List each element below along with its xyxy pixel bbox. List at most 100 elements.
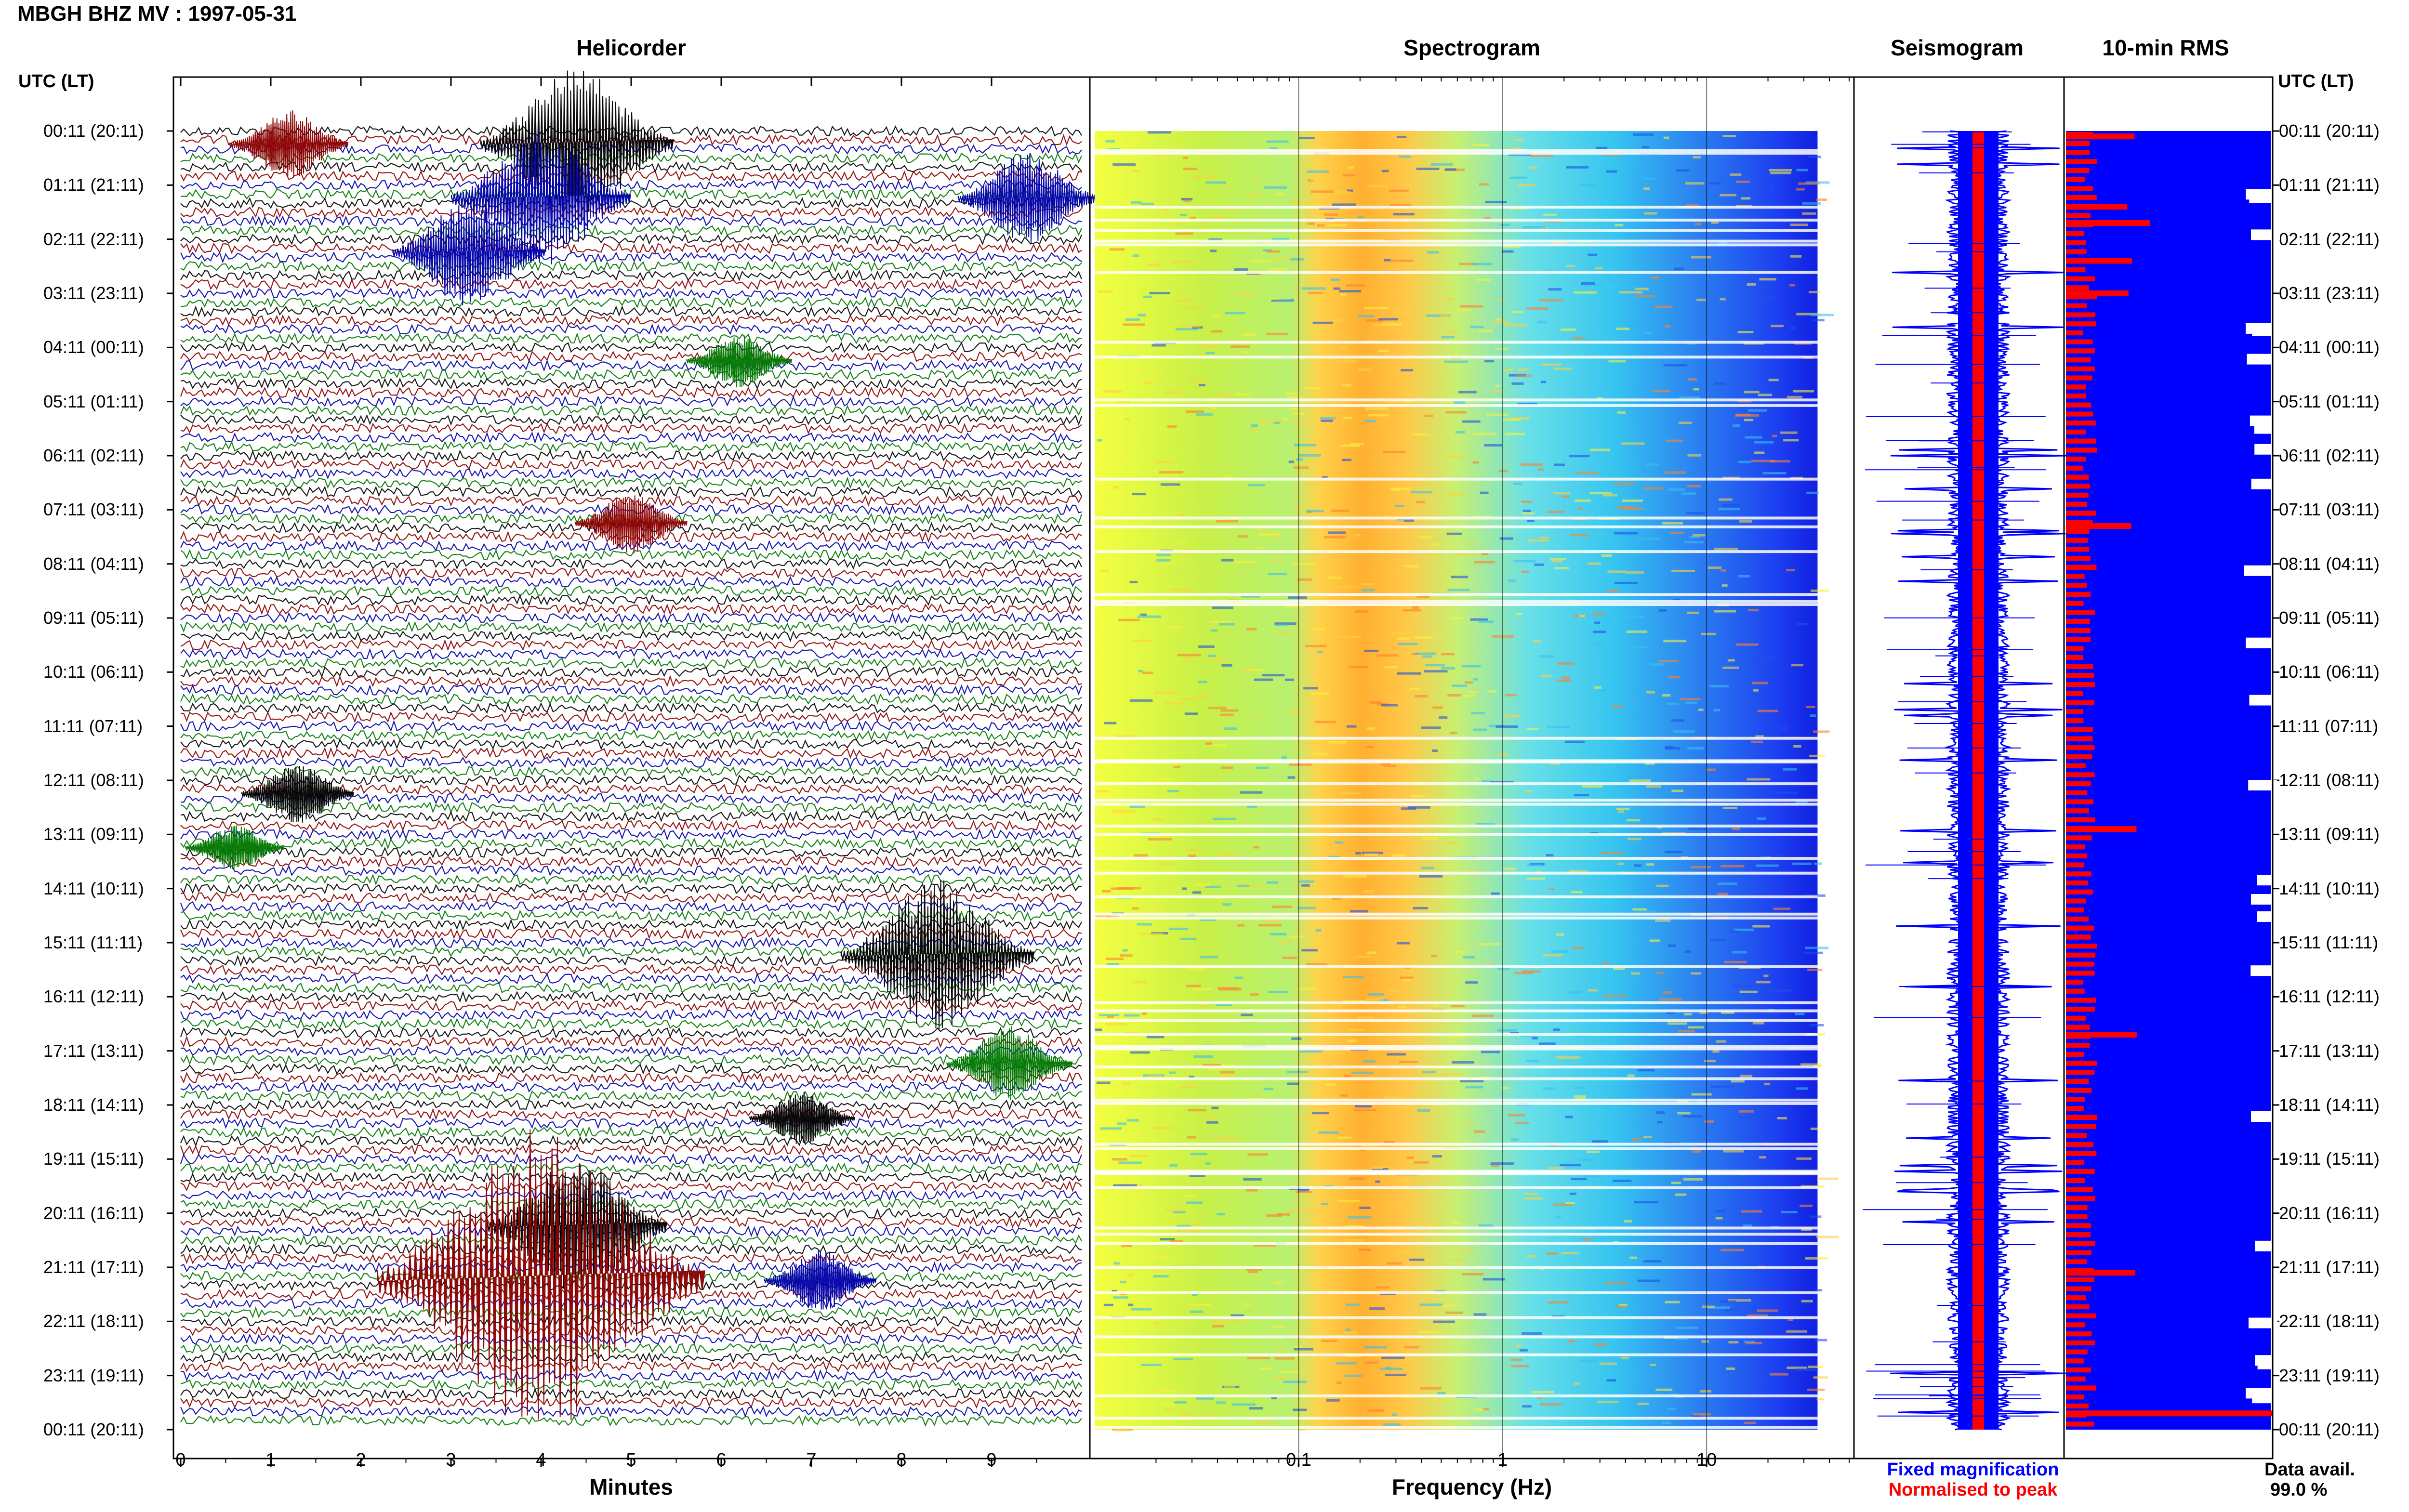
rms-bar (2066, 538, 2088, 543)
spectrogram-speckle (1735, 643, 1759, 646)
spectrogram-speckle (1106, 958, 1124, 960)
spectrogram-speckle (1679, 421, 1692, 424)
spectrogram-speckle (1768, 989, 1791, 992)
spectrogram-speckle (1744, 1421, 1757, 1424)
spectrogram-speckle (1617, 862, 1624, 865)
spectrogram-gap (1095, 1353, 1818, 1356)
spectrogram-speckle (1582, 785, 1603, 788)
spectrogram-speckle (1189, 1303, 1211, 1306)
spectrogram-speckle (1550, 558, 1566, 561)
helicorder-trace (180, 323, 1082, 336)
rms-bar (2066, 718, 2084, 723)
spectrogram-speckle (1533, 640, 1541, 643)
spectrogram-speckle (1131, 981, 1147, 984)
spectrogram-speckle (1577, 507, 1583, 510)
helicorder-trace (180, 1162, 1082, 1175)
spectrogram-speckle (1671, 1182, 1681, 1184)
spectrogram-speckle (1569, 455, 1590, 458)
spectrogram-speckle (1405, 436, 1411, 439)
spectrogram-speckle (1384, 259, 1391, 262)
spectrogram-speckle (1437, 1392, 1446, 1394)
helicorder-trace (180, 468, 1082, 480)
spectrogram-speckle (1587, 1150, 1600, 1153)
spectrogram-speckle (1415, 652, 1437, 655)
rms-gap (2257, 911, 2286, 922)
spectrogram-speckle (1122, 949, 1128, 952)
rms-peak-bar (2066, 133, 2135, 140)
spectrogram-speckle (1691, 256, 1711, 259)
spectrogram-speckle (1756, 981, 1771, 984)
helicorder-trace (180, 395, 1082, 408)
helicorder-trace (180, 1243, 1082, 1255)
helicorder-tick-label: 9 (986, 1450, 997, 1470)
spectrogram-speckle (1613, 1179, 1632, 1182)
spectrogram-speckle (1180, 1085, 1197, 1088)
spectrogram-speckle (1266, 332, 1288, 335)
spectrogram-speckle (1417, 1223, 1439, 1226)
rms-bar (2066, 862, 2085, 868)
rms-bar (2066, 1187, 2093, 1192)
seismogram-normalised (1972, 131, 1984, 1430)
rms-bar (2066, 736, 2093, 741)
spectrogram-speckle (1759, 278, 1776, 281)
spectrogram-speckle (1665, 1301, 1680, 1303)
spectrogram-speckle (1816, 1236, 1840, 1238)
spectrogram-speckle (1190, 1310, 1204, 1313)
spectrogram-speckle (1376, 1286, 1390, 1289)
spectrogram-speckle (1712, 1050, 1720, 1053)
spectrogram-speckle (1129, 1155, 1150, 1157)
spectrogram-speckle (1130, 1051, 1150, 1054)
spectrogram-speckle (1100, 569, 1110, 572)
spectrogram-speckle (1292, 563, 1316, 565)
spectrogram-speckle (1644, 212, 1657, 215)
helicorder-trace (180, 342, 1082, 354)
spectrogram-speckle (1112, 1158, 1127, 1161)
rms-bar (2066, 1349, 2088, 1354)
spectrogram-speckle (1707, 566, 1721, 569)
spectrogram-speckle (1474, 777, 1480, 780)
spectrogram-speckle (1097, 439, 1102, 442)
rms-bar (2066, 1070, 2095, 1075)
spectrogram-speckle (1472, 433, 1497, 435)
spectrogram-speckle (1684, 1013, 1692, 1016)
spectrogram-speckle (1334, 360, 1357, 363)
rms-bar (2066, 421, 2096, 426)
spectrogram-speckle (1343, 174, 1355, 177)
spectrogram-speckle (1266, 1214, 1282, 1217)
spectrogram-speckle (1416, 500, 1425, 503)
spectrogram-speckle (1751, 740, 1763, 743)
spectrogram-speckle (1474, 561, 1496, 564)
rms-peak-bar (2066, 523, 2131, 529)
spectrogram-speckle (1714, 382, 1726, 385)
spectrogram-speckle (1339, 444, 1360, 447)
rms-bar (2066, 1142, 2094, 1147)
spectrogram-speckle (1447, 589, 1470, 592)
rms-bar (2066, 790, 2088, 796)
spectrogram-speckle (1634, 864, 1641, 867)
spectrogram-gap (1095, 802, 1818, 806)
spectrogram-speckle (1572, 947, 1584, 949)
spectrogram-speckle (1472, 144, 1490, 146)
helicorder-trace (180, 368, 1082, 381)
rms-bar (2066, 402, 2091, 408)
spectrogram-speckle (1738, 460, 1751, 463)
spectrogram-speckle (1602, 962, 1609, 965)
spectrogram-speckle (1117, 1122, 1127, 1125)
spectrogram-speckle (1298, 454, 1321, 457)
spectrogram-speckle (1269, 558, 1286, 561)
spectrogram-speckle (1113, 486, 1120, 489)
spectrogram-speckle (1468, 691, 1478, 694)
spectrogram-speckle (1308, 438, 1323, 441)
spectrogram-speckle (1363, 1060, 1376, 1063)
spectrogram-speckle (1103, 390, 1122, 393)
spectrogram-speckle (1125, 418, 1130, 421)
spectrogram-speckle (1378, 350, 1390, 353)
rms-bar (2066, 646, 2084, 651)
spectrogram-gap (1095, 525, 1818, 528)
spectrogram-speckle (1220, 709, 1239, 712)
spectrogram-gap (1095, 1171, 1818, 1174)
spectrogram-gap (1095, 593, 1818, 596)
spectrogram-speckle (1242, 351, 1249, 354)
helicorder-trace (180, 1135, 1082, 1147)
spectrogram-speckle (1285, 678, 1295, 681)
